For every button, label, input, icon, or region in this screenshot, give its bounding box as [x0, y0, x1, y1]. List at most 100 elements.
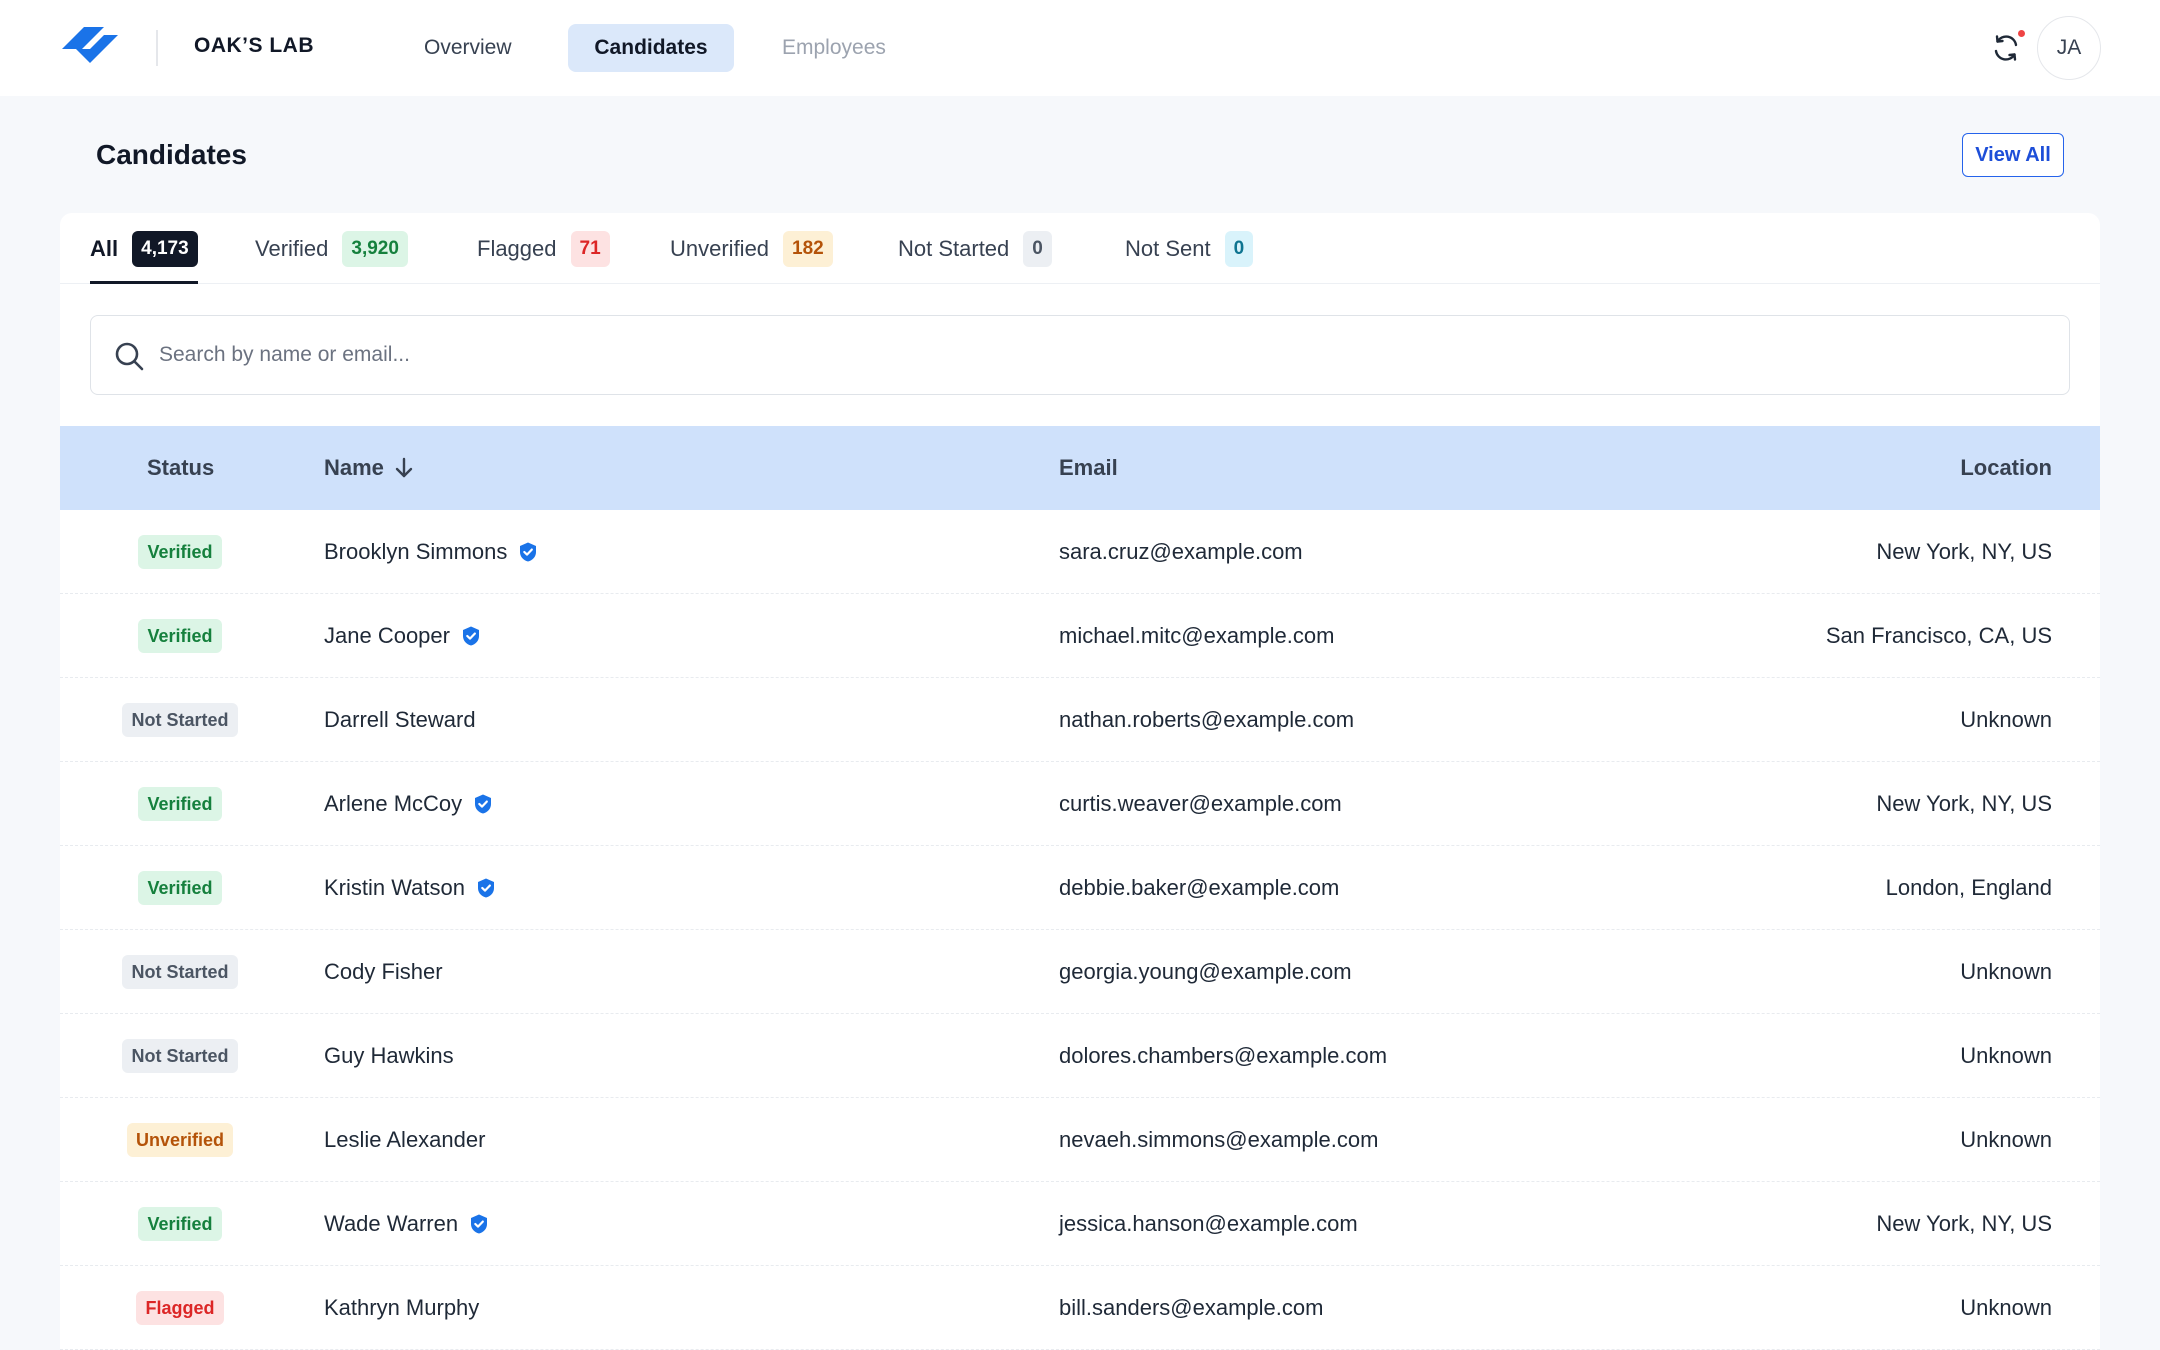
status-filter-tabs: All 4,173 Verified 3,920 Flagged 71 Unve… [60, 213, 2100, 284]
candidate-name[interactable]: Arlene McCoy [324, 791, 462, 817]
candidate-location: London, England [1885, 875, 2052, 900]
candidate-email: sara.cruz@example.com [1059, 539, 1303, 564]
status-cell: Verified [60, 510, 300, 594]
table-row[interactable]: Verified Brooklyn Simmons sara.cruz@exam… [60, 510, 2100, 594]
page-title: Candidates [96, 139, 247, 170]
verified-shield-icon [471, 1214, 488, 1234]
candidate-location: Unknown [1960, 959, 2052, 984]
sort-arrow-down-icon[interactable] [394, 457, 414, 479]
table-row[interactable]: Flagged Kathryn Murphy bill.sanders@exam… [60, 1266, 2100, 1350]
verified-shield-icon [462, 626, 479, 646]
filter-count-badge: 0 [1224, 231, 1254, 267]
status-cell: Not Started [60, 930, 300, 1014]
filter-count-badge: 0 [1023, 231, 1052, 267]
candidate-email: georgia.young@example.com [1059, 959, 1352, 984]
status-badge: Unverified [126, 1123, 234, 1157]
view-all-button[interactable]: View All [1962, 133, 2064, 177]
status-cell: Unverified [60, 1098, 300, 1182]
candidate-name[interactable]: Jane Cooper [324, 623, 450, 649]
nav-tab-overview[interactable]: Overview [400, 24, 536, 72]
table-row[interactable]: Not Started Cody Fisher georgia.young@ex… [60, 930, 2100, 1014]
table-row[interactable]: Unverified Leslie Alexander nevaeh.simmo… [60, 1098, 2100, 1182]
status-cell: Verified [60, 594, 300, 678]
filter-tab-label: Verified [255, 236, 329, 261]
candidate-name[interactable]: Cody Fisher [324, 959, 443, 985]
candidate-email: debbie.baker@example.com [1059, 875, 1340, 900]
filter-tab-label: All [90, 236, 119, 261]
search-input[interactable] [159, 334, 2039, 376]
column-header-email[interactable]: Email [1059, 426, 1118, 510]
candidate-location: Unknown [1960, 1295, 2052, 1320]
candidate-name[interactable]: Brooklyn Simmons [324, 539, 507, 565]
candidate-name[interactable]: Kathryn Murphy [324, 1295, 479, 1321]
status-cell: Flagged [60, 1266, 300, 1350]
name-cell: Kathryn Murphy [324, 1266, 479, 1350]
status-cell: Verified [60, 762, 300, 846]
table-row[interactable]: Verified Arlene McCoy curtis.weaver@exam… [60, 762, 2100, 846]
column-header-name[interactable]: Name [324, 426, 414, 510]
nav-tab-employees[interactable]: Employees [758, 24, 910, 72]
column-header-location[interactable]: Location [1960, 426, 2052, 510]
filter-tab-unverified[interactable]: Unverified 182 [670, 231, 833, 284]
table-row[interactable]: Verified Wade Warren jessica.hanson@exam… [60, 1182, 2100, 1266]
candidate-email: bill.sanders@example.com [1059, 1295, 1324, 1320]
user-avatar[interactable]: JA [2037, 16, 2101, 80]
status-cell: Verified [60, 846, 300, 930]
name-cell: Cody Fisher [324, 930, 443, 1014]
status-badge: Not Started [122, 1039, 238, 1073]
candidate-name[interactable]: Wade Warren [324, 1211, 458, 1237]
filter-tab-label: Flagged [477, 236, 557, 261]
table-row[interactable]: Verified Kristin Watson debbie.baker@exa… [60, 846, 2100, 930]
nav-tab-candidates[interactable]: Candidates [568, 24, 734, 72]
name-cell: Arlene McCoy [324, 762, 494, 846]
table-header: Status Name Email Location [60, 426, 2100, 510]
filter-tab-flagged[interactable]: Flagged 71 [477, 231, 610, 284]
name-cell: Leslie Alexander [324, 1098, 485, 1182]
candidates-card: All 4,173 Verified 3,920 Flagged 71 Unve… [60, 213, 2100, 1350]
table-row[interactable]: Not Started Guy Hawkins dolores.chambers… [60, 1014, 2100, 1098]
status-badge: Flagged [136, 1291, 224, 1325]
candidate-email: nathan.roberts@example.com [1059, 707, 1355, 732]
status-badge: Verified [138, 871, 222, 905]
name-cell: Brooklyn Simmons [324, 510, 539, 594]
logo-divider [156, 30, 158, 66]
filter-tab-label: Not Started [898, 236, 1010, 261]
search-box [90, 315, 2070, 395]
name-cell: Guy Hawkins [324, 1014, 454, 1098]
candidate-email: curtis.weaver@example.com [1059, 791, 1342, 816]
candidate-email: jessica.hanson@example.com [1059, 1211, 1358, 1236]
status-badge: Not Started [122, 955, 238, 989]
name-cell: Darrell Steward [324, 678, 476, 762]
candidate-email: michael.mitc@example.com [1059, 623, 1335, 648]
company-logo-icon[interactable] [60, 25, 120, 69]
filter-tab-not-sent[interactable]: Not Sent 0 [1125, 231, 1254, 284]
filter-tab-label: Not Sent [1125, 236, 1211, 261]
status-badge: Verified [138, 619, 222, 653]
filter-count-badge: 182 [783, 231, 833, 267]
candidate-name[interactable]: Leslie Alexander [324, 1127, 485, 1153]
filter-tab-verified[interactable]: Verified 3,920 [255, 231, 408, 284]
candidate-name[interactable]: Guy Hawkins [324, 1043, 454, 1069]
name-cell: Kristin Watson [324, 846, 497, 930]
candidate-location: New York, NY, US [1876, 539, 2052, 564]
candidate-email: nevaeh.simmons@example.com [1059, 1127, 1379, 1152]
table-row[interactable]: Not Started Darrell Steward nathan.rober… [60, 678, 2100, 762]
status-badge: Not Started [122, 703, 238, 737]
table-row[interactable]: Verified Jane Cooper michael.mitc@exampl… [60, 594, 2100, 678]
filter-tab-not-started[interactable]: Not Started 0 [898, 231, 1052, 284]
candidate-location: San Francisco, CA, US [1825, 623, 2052, 648]
verified-shield-icon [475, 794, 492, 814]
status-cell: Verified [60, 1182, 300, 1266]
filter-tab-all[interactable]: All 4,173 [90, 231, 198, 284]
candidate-location: New York, NY, US [1876, 1211, 2052, 1236]
candidate-name[interactable]: Kristin Watson [324, 875, 465, 901]
table-body: Verified Brooklyn Simmons sara.cruz@exam… [60, 510, 2100, 1350]
sync-icon[interactable] [1990, 32, 2022, 64]
status-badge: Verified [138, 1207, 222, 1241]
name-cell: Wade Warren [324, 1182, 490, 1266]
filter-count-badge: 3,920 [342, 231, 408, 267]
candidate-name[interactable]: Darrell Steward [324, 707, 476, 733]
column-header-status[interactable]: Status [147, 426, 214, 510]
verified-shield-icon [478, 878, 495, 898]
column-header-name-label: Name [324, 455, 384, 480]
